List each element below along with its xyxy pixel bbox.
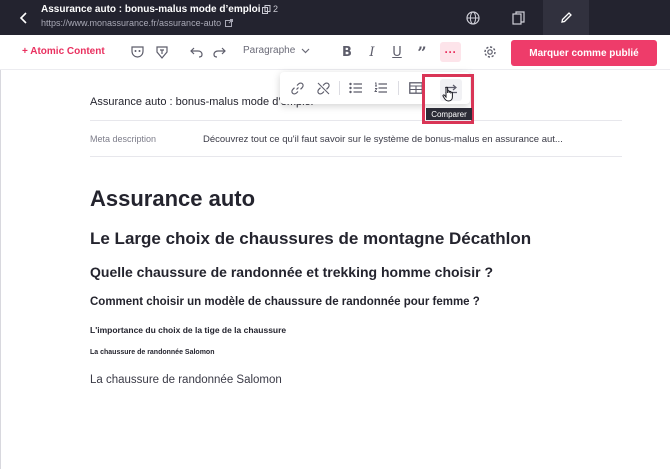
gear-icon[interactable] <box>481 43 499 61</box>
divider <box>90 156 622 157</box>
bold-icon[interactable]: B <box>338 43 356 61</box>
compare-tooltip: Comparer <box>426 108 472 120</box>
quote-icon[interactable]: ” <box>413 43 431 62</box>
publish-button[interactable]: Marquer comme publié <box>511 40 657 66</box>
undo-icon[interactable] <box>187 43 205 61</box>
meta-description-field[interactable]: Découvrez tout ce qu'il faut savoir sur … <box>203 134 563 145</box>
italic-icon[interactable]: I <box>363 43 381 61</box>
paragraph-style-select[interactable]: Paragraphe <box>243 45 310 56</box>
meta-description-label: Meta description <box>90 134 157 144</box>
pin-badge-icon[interactable] <box>153 43 171 61</box>
pages-icon[interactable] <box>497 0 539 35</box>
edit-pencil-icon[interactable] <box>543 0 589 35</box>
heading-1[interactable]: Assurance auto <box>90 186 255 212</box>
unlink-icon[interactable] <box>314 79 332 97</box>
copies-count[interactable]: 2 <box>262 4 278 14</box>
paragraph[interactable]: La chaussure de randonnée Salomon <box>90 374 282 386</box>
numbered-list-icon[interactable] <box>372 79 390 97</box>
back-arrow-icon[interactable] <box>14 8 34 28</box>
bullet-list-icon[interactable] <box>347 79 365 97</box>
heading-2[interactable]: Le Large choix de chaussures de montagne… <box>90 229 531 249</box>
heading-4[interactable]: Comment choisir un modèle de chaussure d… <box>90 296 480 308</box>
document-title: Assurance auto : bonus-malus mode d’empl… <box>41 4 261 15</box>
redo-icon[interactable] <box>210 43 228 61</box>
divider <box>339 81 340 95</box>
more-options-button[interactable]: ··· <box>440 42 461 62</box>
divider <box>90 120 622 121</box>
atomic-content-button[interactable]: + Atomic Content <box>22 46 105 57</box>
hand-pointer-icon <box>442 86 456 107</box>
underline-icon[interactable]: U <box>388 43 406 61</box>
top-header: Assurance auto : bonus-malus mode d’empl… <box>0 0 670 35</box>
chevron-down-icon <box>301 48 310 53</box>
mask-icon[interactable] <box>128 43 146 61</box>
left-border <box>0 70 1 469</box>
heading-3[interactable]: Quelle chaussure de randonnée et trekkin… <box>90 264 493 280</box>
editor-toolbar: + Atomic Content Paragraphe B I U ” ··· … <box>0 35 670 70</box>
copy-icon <box>262 4 271 14</box>
url-text: https://www.monassurance.fr/assurance-au… <box>41 18 222 28</box>
heading-5[interactable]: L'importance du choix de la tige de la c… <box>90 325 286 335</box>
external-link-icon[interactable] <box>225 19 234 27</box>
link-icon[interactable] <box>288 79 306 97</box>
paragraph-style-value: Paragraphe <box>243 45 296 56</box>
heading-6[interactable]: La chaussure de randonnée Salomon <box>90 349 214 356</box>
copies-count-value: 2 <box>273 4 279 14</box>
document-url[interactable]: https://www.monassurance.fr/assurance-au… <box>41 18 234 28</box>
divider <box>398 81 399 95</box>
globe-icon[interactable] <box>452 0 494 35</box>
